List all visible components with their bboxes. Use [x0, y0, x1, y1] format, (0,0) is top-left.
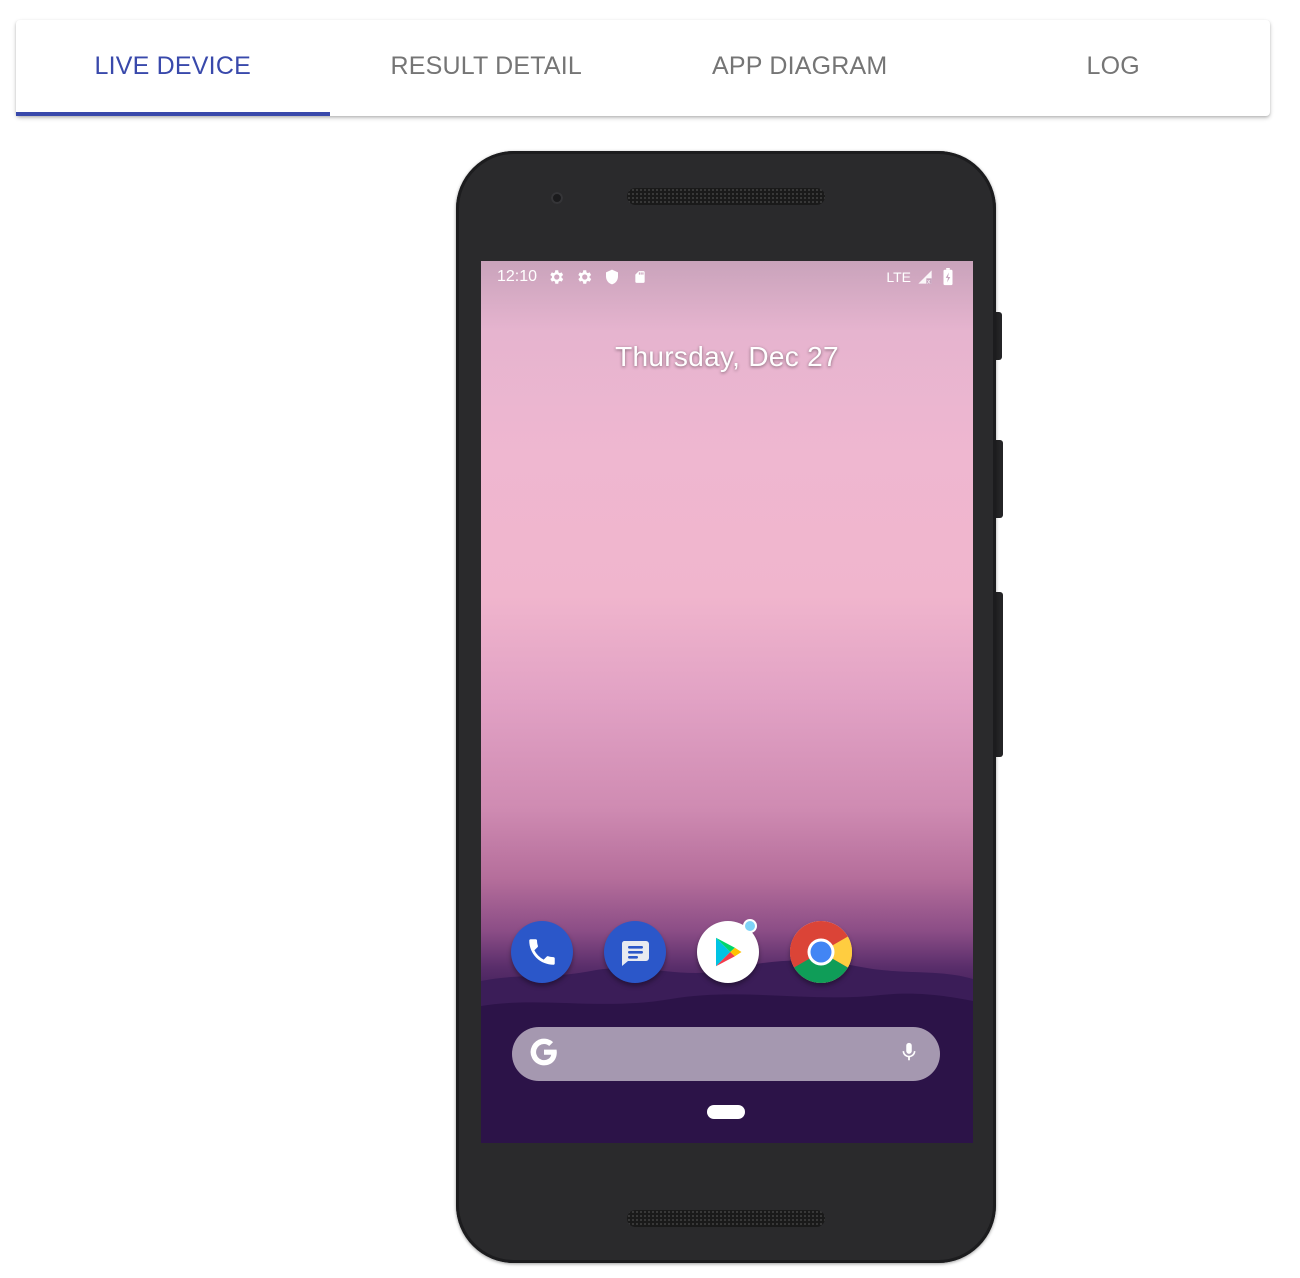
status-time: 12:10 [497, 268, 538, 285]
volume-down-button[interactable] [996, 592, 1003, 757]
settings-icon [547, 268, 565, 286]
tab-app-diagram[interactable]: APP DIAGRAM [643, 20, 957, 116]
power-button[interactable] [996, 312, 1002, 360]
sd-card-icon [631, 268, 649, 286]
microphone-icon[interactable] [898, 1038, 920, 1071]
play-store-app-icon[interactable] [697, 919, 759, 983]
device-screen[interactable]: 12:10 LTE x Thursday, Dec 27 [481, 261, 973, 1143]
front-camera-icon [551, 192, 563, 204]
tab-label: LIVE DEVICE [94, 51, 251, 80]
tab-label: APP DIAGRAM [712, 51, 888, 80]
settings-icon [575, 268, 593, 286]
svg-text:x: x [927, 279, 931, 285]
device-frame: 12:10 LTE x Thursday, Dec 27 [456, 151, 996, 1263]
tab-live-device[interactable]: LIVE DEVICE [16, 20, 330, 116]
tab-log[interactable]: LOG [957, 20, 1271, 116]
active-tab-indicator [16, 112, 330, 116]
tab-label: RESULT DETAIL [390, 51, 583, 80]
tab-bar: LIVE DEVICE RESULT DETAIL APP DIAGRAM LO… [16, 20, 1270, 116]
tab-result-detail[interactable]: RESULT DETAIL [330, 20, 644, 116]
network-type: LTE [886, 269, 911, 285]
chrome-app-icon[interactable] [790, 921, 852, 983]
messages-app-icon[interactable] [604, 921, 666, 983]
google-search-bar[interactable] [512, 1027, 940, 1081]
lockscreen-date[interactable]: Thursday, Dec 27 [481, 341, 973, 373]
signal-icon: x [916, 268, 934, 286]
bottom-speaker [627, 1210, 825, 1227]
earpiece-speaker [627, 188, 825, 205]
app-dock [511, 919, 852, 983]
shield-icon [603, 268, 621, 286]
home-gesture-pill[interactable] [707, 1105, 745, 1119]
phone-app-icon[interactable] [511, 921, 573, 983]
google-g-icon [528, 1036, 560, 1073]
battery-charging-icon [939, 268, 957, 286]
tab-label: LOG [1086, 51, 1140, 80]
volume-up-button[interactable] [996, 440, 1003, 518]
status-bar: 12:10 LTE x [481, 261, 973, 293]
notification-dot [743, 919, 757, 933]
